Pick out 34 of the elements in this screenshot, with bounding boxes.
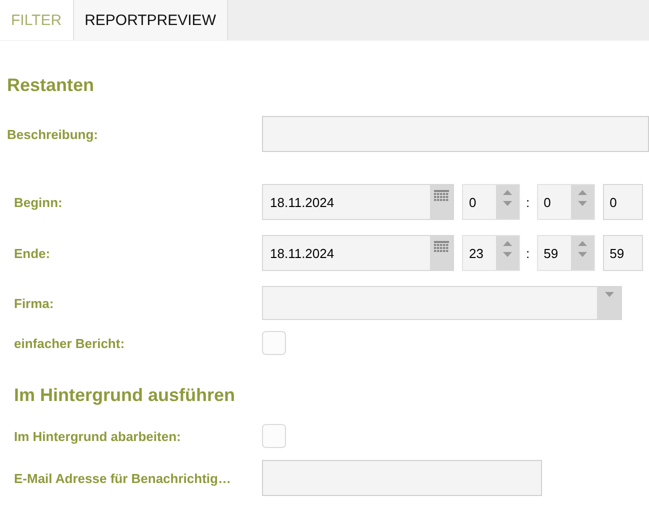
second-field[interactable]: 0 [602,184,643,220]
minute-spinner[interactable]: 59 [536,235,595,271]
caret-icon [604,292,614,297]
time-separator: : [526,194,530,210]
minute-spinner[interactable]: 0 [536,184,595,220]
text-field[interactable] [262,116,649,152]
spinner-arrows-icon [503,190,512,206]
spinner-arrows-icon [578,241,587,257]
field-label: Beschreibung: [7,126,100,142]
calendar-button[interactable] [430,236,453,270]
date-field[interactable]: 18.11.2024 [262,184,454,220]
calendar-icon [434,190,449,202]
hour-spinner[interactable]: 23 [462,235,520,271]
field-label: Beginn: [14,194,64,210]
section-heading: Im Hintergrund ausführen [14,385,236,406]
spinner-arrows-icon [578,190,587,206]
time-separator: : [526,246,530,260]
date-field[interactable]: 18.11.2024 [262,235,454,271]
checkbox[interactable] [262,331,286,355]
text-field[interactable] [262,460,542,496]
calendar-button[interactable] [430,185,453,219]
section-heading: Restanten [7,75,96,96]
field-label: Ende: [14,246,52,260]
field-label: Im Hintergrund abarbeiten: [14,428,182,444]
spinner-arrows-icon [503,241,512,257]
hour-spinner[interactable]: 0 [462,184,520,220]
dropdown-field[interactable] [262,286,622,320]
field-label: Firma: [14,296,55,310]
checkbox[interactable] [262,424,286,448]
field-label: E-Mail Adresse für Benachrichtig… [14,470,232,486]
second-field[interactable]: 59 [602,235,643,271]
calendar-icon [434,241,449,253]
field-label: einfacher Bericht: [14,336,126,350]
tab[interactable]: REPORTPREVIEW [74,0,228,40]
